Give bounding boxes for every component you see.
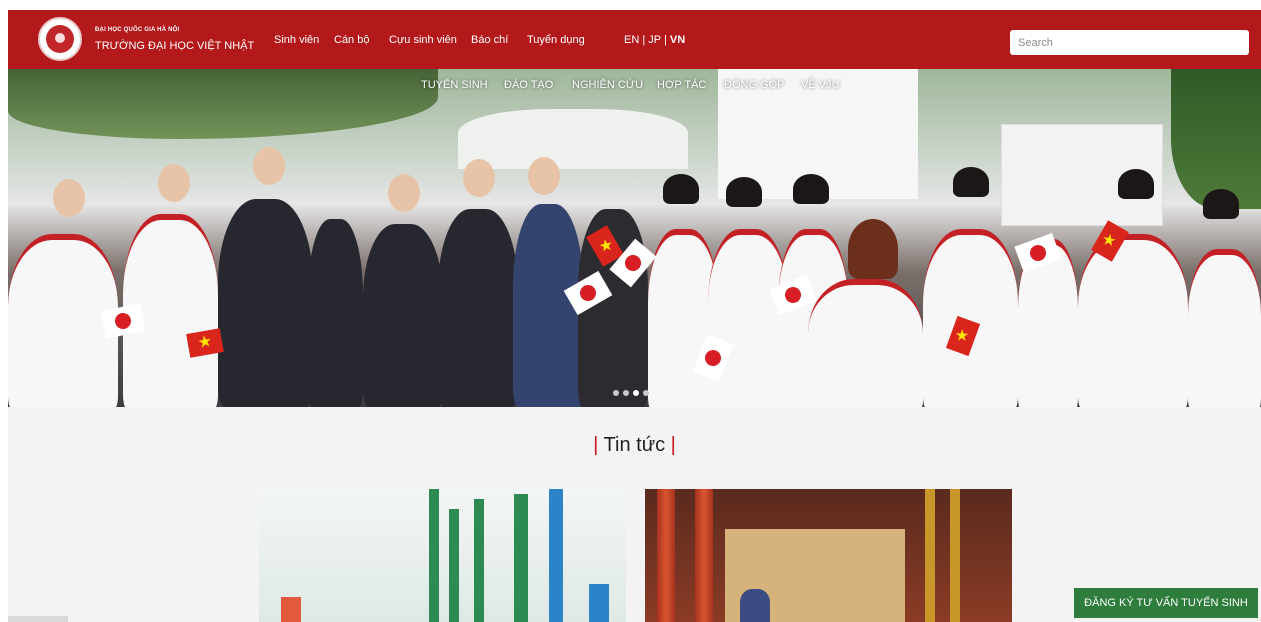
hero-person-hair bbox=[953, 167, 989, 197]
hero-nav-tuyen-sinh[interactable]: TUYỂN SINH bbox=[421, 79, 488, 91]
card-image-pipe bbox=[429, 489, 439, 622]
hero-person-head bbox=[528, 157, 560, 195]
hero-person-hair bbox=[1118, 169, 1154, 199]
hero-banner: TUYỂN SINH ĐÀO TẠO NGHIÊN CỨU HỢP TÁC ĐÓ… bbox=[8, 69, 1261, 407]
card-image-pipe bbox=[474, 499, 484, 622]
nav-sinh-vien[interactable]: Sinh viên bbox=[274, 34, 319, 46]
brand-parent-name: ĐẠI HỌC QUỐC GIA HÀ NỘI bbox=[95, 27, 180, 33]
card-image-ornament bbox=[925, 489, 935, 622]
hero-nav-ve-vju[interactable]: VỀ VJU bbox=[801, 79, 840, 91]
hero-person bbox=[438, 209, 518, 407]
hero-person-hair bbox=[726, 177, 762, 207]
slide-dot[interactable] bbox=[623, 390, 629, 396]
card-image-panel bbox=[281, 597, 301, 622]
news-card-image[interactable] bbox=[645, 489, 1012, 622]
brand-name[interactable]: TRƯỜNG ĐẠI HỌC VIỆT NHẬT bbox=[95, 40, 254, 52]
search-input[interactable] bbox=[1010, 30, 1249, 55]
hero-tree-right bbox=[1171, 69, 1261, 209]
hero-person bbox=[708, 229, 788, 407]
hero-person bbox=[1078, 234, 1188, 407]
slide-dot[interactable] bbox=[643, 390, 649, 396]
hero-person-head bbox=[158, 164, 190, 202]
logo-emblem-icon bbox=[46, 25, 74, 53]
hero-tree-foliage bbox=[8, 69, 438, 139]
news-title-text: Tin tức bbox=[603, 434, 666, 456]
hero-nav-dong-gop[interactable]: ĐÓNG GÓP bbox=[724, 79, 785, 91]
hero-nav-dao-tao[interactable]: ĐÀO TẠO bbox=[504, 79, 553, 91]
card-image-column bbox=[695, 489, 713, 622]
hero-nav-nghien-cuu[interactable]: NGHIÊN CỨU bbox=[572, 79, 643, 91]
card-image-person bbox=[740, 589, 770, 622]
hero-person-head bbox=[388, 174, 420, 212]
slide-dot[interactable] bbox=[613, 390, 619, 396]
hero-person-hair bbox=[1203, 189, 1239, 219]
hero-person-head bbox=[53, 179, 85, 217]
news-card-image[interactable] bbox=[259, 489, 626, 622]
slide-indicator bbox=[613, 383, 653, 401]
hero-person-hair bbox=[663, 174, 699, 204]
card-image-ornament bbox=[950, 489, 960, 622]
card-image-column bbox=[657, 489, 675, 622]
lang-vn[interactable]: VN bbox=[670, 34, 685, 46]
hero-nav-hop-tac[interactable]: HỢP TÁC bbox=[657, 79, 706, 91]
news-section-title: | Tin tức | bbox=[8, 434, 1261, 457]
nav-bao-chi[interactable]: Báo chí bbox=[471, 34, 508, 46]
nav-can-bo[interactable]: Cán bộ bbox=[334, 34, 369, 46]
hero-person bbox=[1188, 249, 1261, 407]
university-logo[interactable] bbox=[38, 17, 82, 61]
hero-person bbox=[308, 219, 363, 407]
lang-en[interactable]: EN bbox=[624, 34, 639, 46]
title-divider: | bbox=[593, 434, 599, 456]
language-switcher: EN | JP | VN bbox=[624, 34, 685, 46]
card-image-pipe bbox=[449, 509, 459, 622]
hero-person bbox=[363, 224, 443, 407]
status-tag bbox=[8, 616, 68, 622]
nav-cuu-sinh-vien[interactable]: Cựu sinh viên bbox=[389, 34, 457, 46]
top-header: ĐẠI HỌC QUỐC GIA HÀ NỘI TRƯỜNG ĐẠI HỌC V… bbox=[8, 10, 1261, 69]
nav-tuyen-dung[interactable]: Tuyển dụng bbox=[527, 34, 585, 46]
hero-person-head bbox=[253, 147, 285, 185]
hero-person bbox=[808, 279, 923, 407]
hero-tent bbox=[458, 109, 688, 169]
hero-person bbox=[218, 199, 313, 407]
page-frame: ĐẠI HỌC QUỐC GIA HÀ NỘI TRƯỜNG ĐẠI HỌC V… bbox=[8, 10, 1261, 622]
card-image-pipe bbox=[589, 584, 609, 622]
hero-person bbox=[923, 229, 1018, 407]
card-image-pipe bbox=[549, 489, 563, 622]
lang-jp[interactable]: JP bbox=[648, 34, 661, 46]
title-divider: | bbox=[670, 434, 676, 456]
hero-person-hair bbox=[793, 174, 829, 204]
slide-dot-active[interactable] bbox=[633, 390, 639, 396]
hero-person-hair bbox=[848, 219, 898, 279]
card-image-pipe bbox=[514, 494, 528, 622]
hero-person-head bbox=[463, 159, 495, 197]
admission-consult-button[interactable]: ĐĂNG KÝ TƯ VẤN TUYỂN SINH bbox=[1074, 588, 1258, 618]
